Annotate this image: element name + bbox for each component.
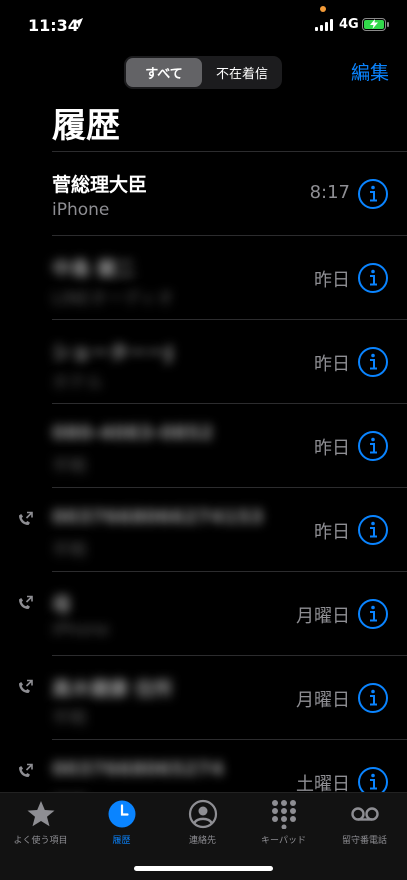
status-bar: 11:34 4G (0, 0, 407, 48)
call-type: iPhone (52, 620, 110, 640)
call-row[interactable]: 中島 健二 LINEオーディオ 昨日 (0, 236, 407, 320)
location-arrow-icon (73, 18, 83, 28)
tab-voicemail[interactable]: 留守番電話 (324, 799, 405, 849)
call-time: 月曜日 (296, 606, 350, 627)
tab-contacts[interactable]: 連絡先 (162, 799, 243, 849)
outgoing-call-icon (19, 679, 33, 693)
call-time: 昨日 (314, 354, 350, 375)
caller-name: 高木健康 住所 (52, 678, 173, 700)
page-title: 履歴 (52, 106, 120, 146)
info-icon[interactable] (357, 682, 389, 714)
caller-name: 中島 健二 (52, 258, 135, 280)
call-type: 不明 (52, 457, 86, 477)
privacy-indicator-dot (320, 6, 326, 12)
tab-keypad[interactable]: キーパッド (243, 799, 324, 849)
call-row[interactable]: 母 iPhone 月曜日 (0, 572, 407, 656)
call-time: 8:17 (309, 182, 350, 203)
caller-name: 0037668065274 (52, 758, 224, 780)
call-time: 昨日 (314, 270, 350, 291)
clock-icon (108, 800, 135, 828)
caller-name: 080-4083-0852 (52, 422, 214, 444)
info-icon[interactable] (357, 262, 389, 294)
tab-label: 履歴 (112, 836, 131, 846)
star-icon (27, 801, 54, 827)
caller-name: 菅総理大臣 (52, 174, 148, 196)
outgoing-call-icon (19, 511, 33, 525)
cellular-signal-icon (315, 19, 334, 31)
call-time: 月曜日 (296, 690, 350, 711)
battery-charging-icon (362, 18, 389, 31)
home-indicator (134, 866, 273, 871)
keypad-icon (271, 800, 296, 829)
info-icon[interactable] (357, 598, 389, 630)
caller-name: ショーターーJ (52, 342, 174, 364)
call-type: 不明 (52, 709, 86, 729)
call-type: 不明 (52, 541, 86, 561)
segment-missed[interactable]: 不在着信 (204, 58, 280, 87)
outgoing-call-icon (19, 595, 33, 609)
call-type: ホテル (52, 373, 103, 393)
call-row[interactable]: 0037668066274153 不明 昨日 (0, 488, 407, 572)
call-row[interactable]: 080-4083-0852 不明 昨日 (0, 404, 407, 488)
info-icon[interactable] (357, 178, 389, 210)
tab-recents[interactable]: 履歴 (81, 799, 162, 849)
call-time: 昨日 (314, 438, 350, 459)
call-row[interactable]: ショーターーJ ホテル 昨日 (0, 320, 407, 404)
tab-label: よく使う項目 (13, 836, 68, 846)
filter-segmented-control: すべて 不在着信 (124, 56, 282, 89)
tab-label: キーパッド (261, 836, 306, 846)
network-type: 4G (339, 17, 359, 32)
tab-label: 留守番電話 (341, 836, 387, 846)
info-icon[interactable] (357, 346, 389, 378)
edit-button[interactable]: 編集 (351, 58, 389, 85)
call-time: 昨日 (314, 522, 350, 543)
tab-label: 連絡先 (188, 836, 216, 846)
segment-all[interactable]: すべて (126, 58, 202, 87)
info-icon[interactable] (357, 430, 389, 462)
call-row[interactable]: 高木健康 住所 不明 月曜日 (0, 656, 407, 740)
call-type: iPhone (52, 200, 110, 220)
outgoing-call-icon (19, 763, 33, 777)
caller-name: 0037668066274153 (52, 506, 264, 528)
call-type: LINEオーディオ (52, 289, 174, 309)
info-icon[interactable] (357, 514, 389, 546)
tab-favorites[interactable]: よく使う項目 (0, 799, 81, 849)
call-row[interactable]: 菅総理大臣 iPhone 8:17 (0, 152, 407, 236)
voicemail-icon (350, 807, 379, 821)
caller-name: 母 (52, 594, 72, 616)
contact-icon (188, 799, 217, 829)
